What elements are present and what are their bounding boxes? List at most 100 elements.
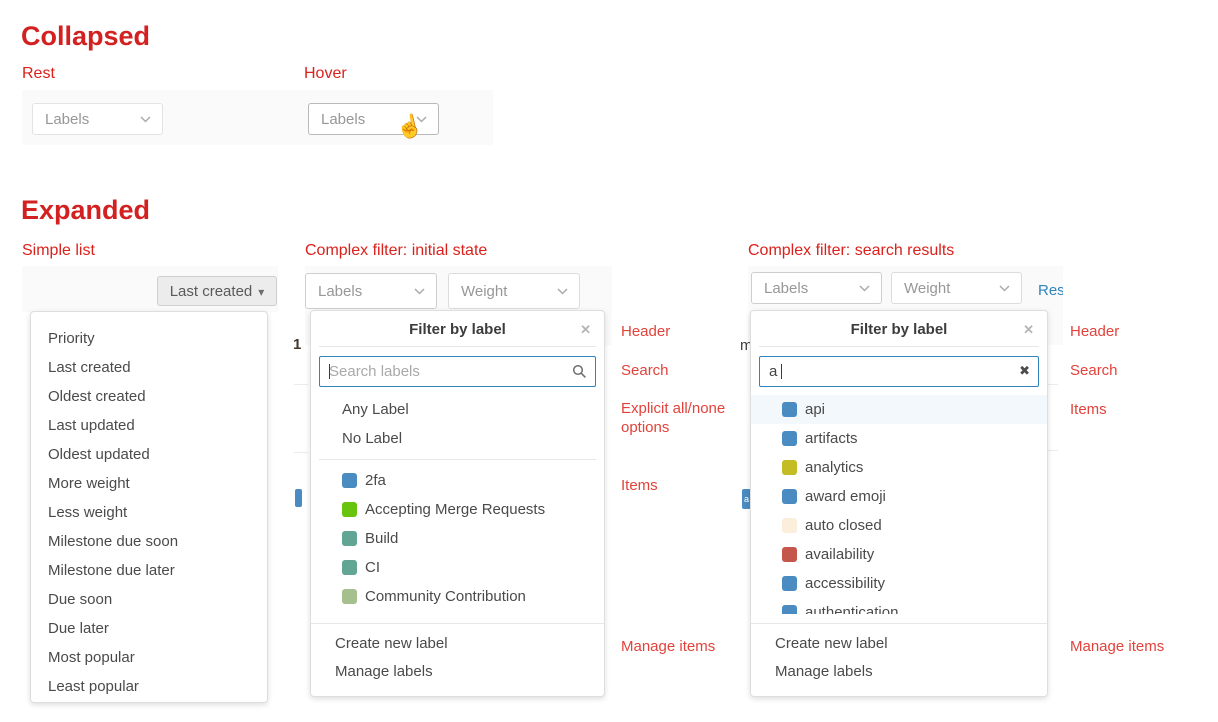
label-item[interactable]: Community Contribution <box>311 582 604 611</box>
label-color-chip <box>782 518 797 533</box>
label-color-chip <box>342 531 357 546</box>
label-item-name: api <box>805 401 825 418</box>
search-icon <box>572 364 587 379</box>
sort-option[interactable]: Due soon <box>31 585 267 614</box>
panel-footer: Create new labelManage labels <box>311 623 604 696</box>
sort-option[interactable]: Priority <box>31 324 267 353</box>
label-color-chip <box>782 460 797 475</box>
sort-dropdown-trigger-label: Last created <box>170 283 253 300</box>
label-item[interactable]: auto closed <box>751 511 1047 540</box>
labels-dropdown-hover[interactable]: Labels <box>308 103 439 135</box>
clear-search-icon[interactable]: ✖ <box>1019 363 1030 379</box>
chevron-down-icon <box>999 285 1010 292</box>
all-none-options: Any LabelNo Label <box>311 395 604 453</box>
sort-dropdown-trigger[interactable]: Last created▾ <box>157 276 277 306</box>
label-search-input[interactable] <box>759 356 1039 387</box>
label-color-chip <box>342 560 357 575</box>
truncated-background-text: 1 <box>293 336 301 353</box>
reset-link-truncated[interactable]: Res <box>1038 282 1063 299</box>
label-item-name: analytics <box>805 459 863 476</box>
all-none-option[interactable]: Any Label <box>311 395 604 424</box>
labels-dropdown-rest[interactable]: Labels <box>32 103 163 135</box>
annotation-allnone: Explicit all/none options <box>621 399 741 437</box>
label-item[interactable]: api <box>751 395 1047 424</box>
sort-option[interactable]: Milestone due later <box>31 556 267 585</box>
label-item[interactable]: Accepting Merge Requests <box>311 495 604 524</box>
sort-option[interactable]: More weight <box>31 469 267 498</box>
label-item-name: award emoji <box>805 488 886 505</box>
sort-option[interactable]: Last updated <box>31 411 267 440</box>
weight-filter-button-label: Weight <box>461 283 507 300</box>
label-item-name: auto closed <box>805 517 882 534</box>
header-divider <box>319 346 596 347</box>
label-color-chip <box>342 502 357 517</box>
label-item-name: CI <box>365 559 380 576</box>
label-item[interactable]: artifacts <box>751 424 1047 453</box>
label-item-name: accessibility <box>805 575 885 592</box>
label-color-chip <box>342 473 357 488</box>
label-item-name: Community Contribution <box>365 588 526 605</box>
label-item[interactable]: analytics <box>751 453 1047 482</box>
sort-option[interactable]: Most popular <box>31 643 267 672</box>
label-items: 2faAccepting Merge RequestsBuild CI Commun… <box>311 466 604 611</box>
label-item-name: authentication <box>805 604 898 614</box>
panel-title: Filter by label <box>751 311 1047 346</box>
footer-action[interactable]: Manage labels <box>751 658 1047 686</box>
label-color-chip <box>782 431 797 446</box>
sort-option[interactable]: Oldest created <box>31 382 267 411</box>
sort-option[interactable]: Oldest updated <box>31 440 267 469</box>
footer-action[interactable]: Create new label <box>311 630 604 658</box>
chevron-down-icon <box>416 116 427 123</box>
chevron-down-icon <box>414 288 425 295</box>
text-cursor <box>329 364 330 379</box>
filter-initial-label: Complex filter: initial state <box>305 242 487 260</box>
all-none-option[interactable]: No Label <box>311 424 604 453</box>
close-icon[interactable]: ✕ <box>1023 312 1034 347</box>
collapsed-demo-band: Labels Labels <box>22 90 493 145</box>
label-color-chip <box>782 402 797 417</box>
sort-option[interactable]: Due later <box>31 614 267 643</box>
rest-variant-label: Rest <box>22 65 55 83</box>
weight-filter-button[interactable]: Weight <box>448 273 580 309</box>
truncated-divider-line <box>294 452 308 453</box>
weight-filter-button[interactable]: Weight <box>891 272 1022 304</box>
annotation-header: Header <box>1070 322 1119 341</box>
close-icon[interactable]: ✕ <box>580 312 591 347</box>
chevron-down-icon <box>140 116 151 123</box>
label-color-chip <box>342 589 357 604</box>
panel-footer: Create new labelManage labels <box>751 623 1047 696</box>
label-item[interactable]: 2fa <box>311 466 604 495</box>
sort-option[interactable]: Last created <box>31 353 267 382</box>
label-item[interactable]: award emoji <box>751 482 1047 511</box>
labels-filter-button[interactable]: Labels <box>305 273 437 309</box>
label-item-name: availability <box>805 546 874 563</box>
label-search-input[interactable] <box>319 356 596 387</box>
annotation-items: Items <box>621 476 658 495</box>
truncated-divider-line <box>294 384 308 385</box>
label-item[interactable]: accessibility <box>751 569 1047 598</box>
label-item[interactable]: availability <box>751 540 1047 569</box>
filter-search-panel: Filter by label ✕ ✖ api artifacts analytic… <box>750 310 1048 697</box>
section-divider <box>319 459 596 460</box>
simple-list-label: Simple list <box>22 242 95 260</box>
sort-option[interactable]: Less weight <box>31 498 267 527</box>
label-search-results: api artifacts analytics award emoji auto clo… <box>751 395 1047 614</box>
label-color-chip <box>782 605 797 614</box>
sort-option[interactable]: Least popular <box>31 672 267 701</box>
label-item[interactable]: Build <box>311 524 604 553</box>
footer-action[interactable]: Manage labels <box>311 658 604 686</box>
labels-filter-button[interactable]: Labels <box>751 272 882 304</box>
footer-action[interactable]: Create new label <box>751 630 1047 658</box>
label-color-chip <box>782 547 797 562</box>
sort-option[interactable]: Milestone due soon <box>31 527 267 556</box>
label-item[interactable]: CI <box>311 553 604 582</box>
label-search: ✖ <box>759 356 1039 387</box>
label-item-name: artifacts <box>805 430 858 447</box>
hover-variant-label: Hover <box>304 65 347 83</box>
collapsed-heading: Collapsed <box>21 21 150 52</box>
chevron-down-icon <box>557 288 568 295</box>
panel-title: Filter by label <box>311 311 604 346</box>
dropdown-design-spec-page: Collapsed Rest Hover Labels Labels ☝ Exp… <box>0 0 1218 722</box>
label-search <box>319 356 596 387</box>
label-item[interactable]: authentication <box>751 598 1047 614</box>
